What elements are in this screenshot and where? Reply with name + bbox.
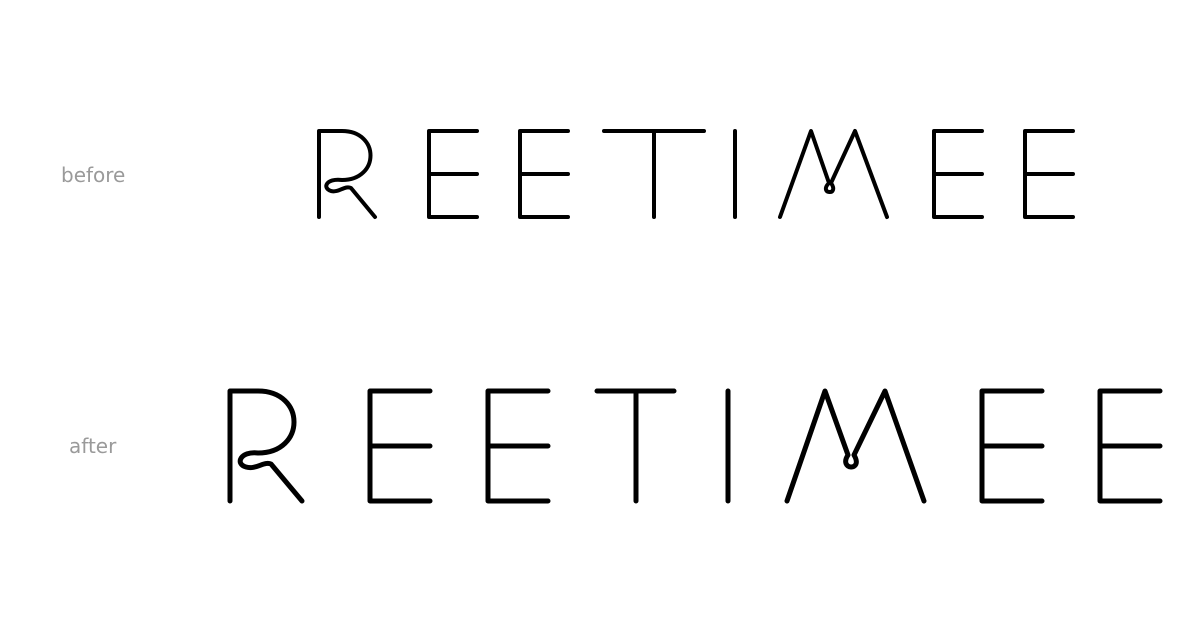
wordmark-before-logo [317,129,1075,219]
letter-t-glyph [602,129,706,219]
row-label-before: before [61,163,126,187]
letter-e-glyph [367,388,433,504]
row-label-after: after [69,434,117,458]
letter-e-glyph [485,388,551,504]
letter-e-glyph [979,388,1045,504]
letter-e-glyph [1097,388,1163,504]
letter-e-glyph [427,129,479,219]
letter-r-glyph [227,388,305,504]
letter-r-glyph [317,129,377,219]
letter-t-glyph [594,388,677,504]
wordmark-artwork [227,129,1163,504]
wordmark-text-after: REETIMEE [0,0,1,1]
letter-e-glyph [1023,129,1075,219]
letter-m-glyph [784,388,927,504]
letter-e-glyph [518,129,570,219]
wordmark-after-logo [227,388,1163,504]
wordmark-text-before: REETIMEE [0,0,1,1]
letter-m-glyph [778,129,889,219]
letter-e-glyph [932,129,984,219]
